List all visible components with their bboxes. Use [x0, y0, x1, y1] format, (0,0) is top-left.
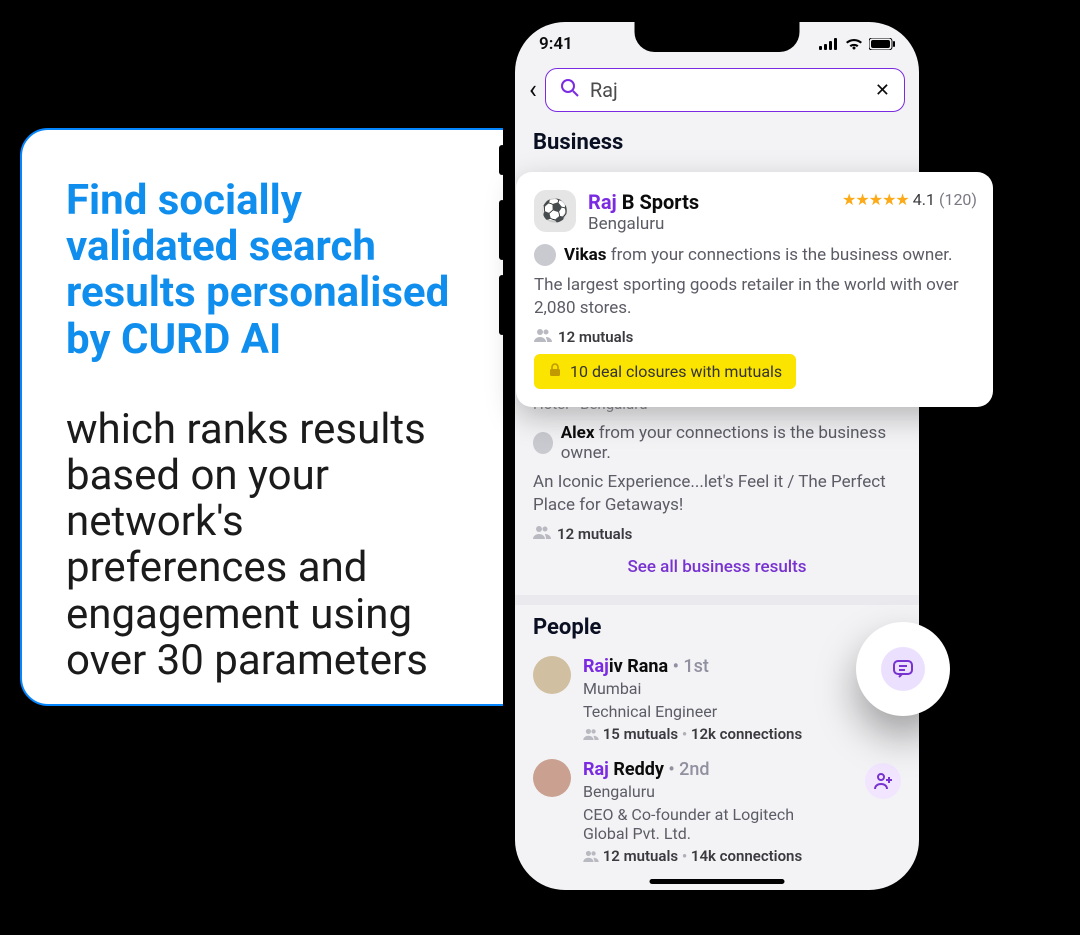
- business-name: Raj B Sports: [588, 190, 830, 214]
- status-right: [819, 38, 895, 50]
- search-icon: [560, 78, 580, 102]
- business-logo: ⚽: [534, 190, 576, 232]
- lock-icon: [548, 362, 562, 381]
- result-title-block: Raj B Sports Bengaluru: [588, 190, 830, 234]
- phone-side-button: [499, 275, 505, 335]
- owner-row: Vikas from your connections is the busin…: [534, 244, 977, 266]
- result-description: The largest sporting goods retailer in t…: [534, 274, 977, 320]
- section-title-business: Business: [525, 120, 909, 163]
- person-name: Rajiv Rana • 1st: [583, 656, 901, 677]
- person-stats: 12 mutuals • 14k connections: [583, 847, 853, 865]
- cellular-icon: [819, 38, 839, 50]
- section-divider: [515, 595, 919, 605]
- person-main: Rajiv Rana • 1st Mumbai Technical Engine…: [583, 656, 901, 743]
- wifi-icon: [845, 38, 863, 50]
- people-icon: [534, 328, 552, 346]
- person-name: Raj Reddy • 2nd: [583, 759, 853, 780]
- rating: ★★★★★ 4.1 (120): [842, 190, 977, 209]
- back-button[interactable]: ‹: [529, 75, 537, 105]
- section-title-people: People: [525, 605, 909, 648]
- result-header: ⚽ Raj B Sports Bengaluru ★★★★★ 4.1 (120): [534, 190, 977, 234]
- people-result-1[interactable]: Rajiv Rana • 1st Mumbai Technical Engine…: [533, 648, 901, 751]
- owner-text: Vikas from your connections is the busin…: [564, 245, 952, 265]
- people-list: Rajiv Rana • 1st Mumbai Technical Engine…: [525, 648, 909, 873]
- battery-icon: [869, 38, 895, 50]
- phone-side-button: [499, 145, 505, 175]
- business-result-2[interactable]: Hotel · Bengaluru Alex from your connect…: [533, 395, 901, 591]
- search-field[interactable]: ✕: [545, 68, 905, 112]
- search-row: ‹ ✕: [525, 68, 909, 120]
- person-location: Bengaluru: [583, 782, 853, 801]
- person-role: Technical Engineer: [583, 702, 901, 721]
- status-time: 9:41: [539, 34, 573, 54]
- mutuals-row: 12 mutuals: [534, 328, 977, 346]
- chat-icon: [881, 647, 925, 691]
- mutuals-row: 12 mutuals: [533, 525, 901, 543]
- search-input[interactable]: [590, 78, 844, 102]
- business-location: Bengaluru: [588, 214, 830, 234]
- person-role: CEO & Co-founder at Logitech Global Pvt.…: [583, 805, 843, 843]
- phone-screen: 9:41 ‹: [515, 22, 919, 890]
- phone-notch: [635, 22, 800, 52]
- promo-subtext: which ranks results based on your networ…: [66, 407, 463, 684]
- clear-icon[interactable]: ✕: [875, 80, 890, 101]
- rating-value: 4.1: [913, 190, 935, 209]
- person-stats: 15 mutuals • 12k connections: [583, 725, 901, 743]
- deal-text: 10 deal closures with mutuals: [570, 362, 782, 381]
- person-main: Raj Reddy • 2nd Bengaluru CEO & Co-found…: [583, 759, 853, 865]
- star-icon: ★★★★★: [842, 190, 909, 209]
- deal-closures-chip: 10 deal closures with mutuals: [534, 354, 796, 389]
- owner-text: Alex from your connections is the busine…: [561, 423, 901, 463]
- result-description: An Iconic Experience...let's Feel it / T…: [533, 471, 901, 517]
- mutuals-count: 12 mutuals: [557, 525, 632, 543]
- add-connection-button[interactable]: [865, 763, 901, 799]
- owner-row: Alex from your connections is the busine…: [533, 423, 901, 463]
- see-all-business-link[interactable]: See all business results: [533, 543, 901, 591]
- avatar: [533, 656, 571, 694]
- avatar: [533, 432, 553, 454]
- chat-fab[interactable]: [856, 622, 950, 716]
- phone-side-button: [499, 200, 505, 260]
- avatar: [533, 759, 571, 797]
- people-result-2[interactable]: Raj Reddy • 2nd Bengaluru CEO & Co-found…: [533, 751, 901, 873]
- business-result-featured[interactable]: ⚽ Raj B Sports Bengaluru ★★★★★ 4.1 (120)…: [516, 172, 993, 407]
- rating-count: (120): [939, 190, 977, 209]
- phone-frame: 9:41 ‹: [503, 10, 931, 902]
- mutuals-count: 12 mutuals: [558, 328, 633, 346]
- home-indicator: [650, 879, 785, 884]
- avatar: [534, 244, 556, 266]
- people-icon: [533, 525, 551, 543]
- person-location: Mumbai: [583, 679, 901, 698]
- promo-headline: Find socially validated search results p…: [66, 178, 463, 363]
